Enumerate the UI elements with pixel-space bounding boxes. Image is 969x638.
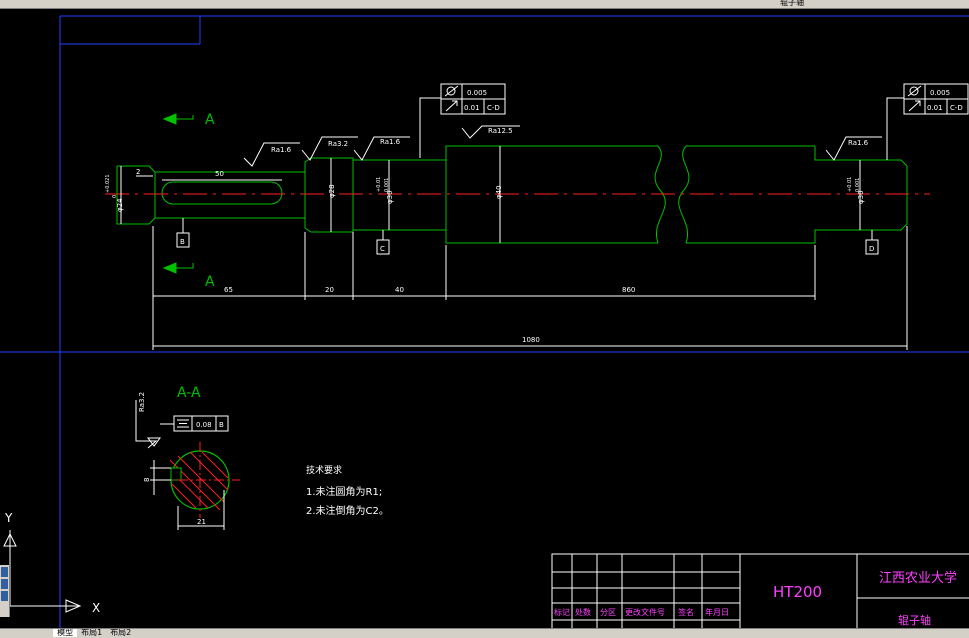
dia-30a-tol-up: +0.01: [376, 177, 382, 192]
tol-runout-ref: C-D: [950, 104, 963, 112]
title-block-header: 更改文件号: [625, 607, 665, 617]
tab-layout2[interactable]: 布局2: [106, 629, 135, 637]
ucs-icon: [3, 530, 82, 613]
dim-total: 1080: [522, 336, 540, 344]
section-marker-top: A: [205, 112, 215, 128]
title-block-header: 分区: [600, 608, 616, 617]
title-block-header: 标记: [554, 607, 570, 617]
dia-30b-tol-lo: 0.001: [855, 178, 861, 192]
school-label: 江西农业大学: [879, 570, 957, 586]
window-title: 辊子轴: [780, 0, 804, 7]
tab-layout1[interactable]: 布局1: [77, 629, 106, 637]
dimension-lines: [120, 146, 908, 350]
tol-runout-value: 0.01: [464, 104, 480, 112]
dim-key-offset: 2: [136, 168, 140, 176]
section-view: [135, 400, 240, 530]
tech-req-item: 2.未注倒角为C2。: [306, 504, 389, 517]
ucs-x-label: X: [92, 601, 100, 615]
dim-key-length: 50: [215, 170, 224, 178]
section-marker-bottom: A: [205, 274, 215, 290]
material-label: HT200: [773, 583, 822, 601]
section-title: A-A: [177, 385, 201, 401]
roughness-label: Ra3.2: [138, 392, 146, 412]
tol-runout-value: 0.01: [927, 104, 943, 112]
cylindricity-icon: [444, 85, 922, 97]
ucs-y-label: Y: [4, 511, 13, 525]
drawing-canvas[interactable]: 50 2 65 20 40 860 1080 21 8 φ24 +0.021 0…: [0, 8, 969, 628]
tol-sym-ref: B: [219, 421, 224, 429]
dim-40: 40: [395, 286, 404, 294]
tol-cyl-value: 0.005: [467, 89, 487, 97]
dia-40: φ40: [495, 185, 503, 199]
roughness-label: Ra12.5: [488, 127, 513, 135]
roughness-label: Ra1.6: [271, 146, 292, 154]
title-block-header: 签名: [678, 607, 694, 617]
dia-28: φ28: [328, 184, 336, 198]
dim-20: 20: [325, 286, 334, 294]
tol-cyl-value: 0.005: [930, 89, 950, 97]
tech-req-item: 1.未注圆角为R1;: [306, 485, 382, 498]
dim-860: 860: [622, 286, 635, 294]
toolbar-icon[interactable]: [1, 567, 8, 577]
dim-key-depth: 8: [143, 478, 151, 482]
dim-key-width: 21: [197, 518, 206, 526]
roughness-label: Ra1.6: [848, 139, 869, 147]
tech-req-title: 技术要求: [306, 464, 342, 476]
datum-label: B: [180, 238, 185, 246]
dia-30b-tol-up: +0.01: [847, 177, 853, 192]
roughness-label: Ra1.6: [380, 138, 401, 146]
side-toolbar: [0, 565, 10, 617]
symmetry-icon: [177, 419, 189, 428]
dim-65: 65: [224, 286, 233, 294]
runout-icon: [445, 100, 921, 112]
title-block-header: 处数: [575, 607, 591, 617]
roughness-label: Ra3.2: [328, 140, 348, 148]
datum-label: C: [380, 245, 385, 253]
tab-model[interactable]: 模型: [53, 629, 78, 637]
leaders: [182, 97, 904, 240]
dia-24-tol-lo: 0: [112, 195, 118, 198]
tol-runout-ref: C-D: [487, 104, 500, 112]
dia-30a-tol-lo: 0.001: [384, 178, 390, 192]
toolbar-icon[interactable]: [1, 579, 8, 589]
tol-sym-value: 0.08: [196, 421, 212, 429]
dia-24-tol-up: +0.021: [105, 174, 111, 193]
toolbar-icon[interactable]: [1, 591, 8, 601]
dia-24: φ24: [116, 198, 124, 212]
part-name-label: 辊子轴: [898, 613, 931, 627]
title-block-header: 年月日: [705, 607, 729, 617]
datum-label: D: [869, 245, 874, 253]
